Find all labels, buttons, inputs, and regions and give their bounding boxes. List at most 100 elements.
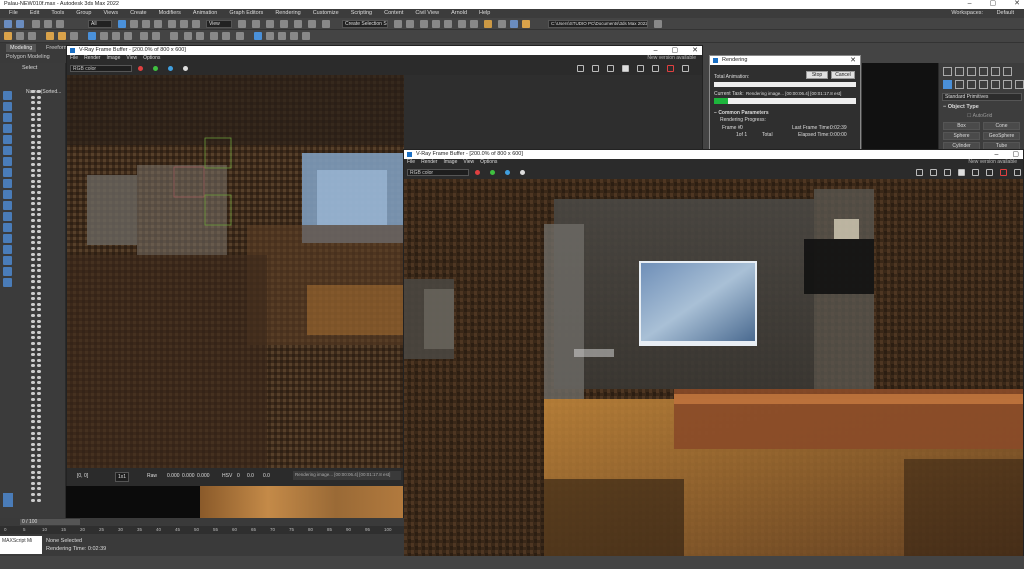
render-toggle-icon[interactable] [37,179,41,183]
ribbon-polygon-modeling[interactable]: Polygon Modeling [2,53,54,61]
visibility-eye-icon[interactable] [31,459,35,463]
render-toggle-icon[interactable] [37,112,41,116]
red-channel-icon[interactable] [475,170,480,175]
bind-icon[interactable] [56,20,64,28]
render-toggle-icon[interactable] [37,375,41,379]
visibility-eye-icon[interactable] [31,308,35,312]
region-render-icon[interactable] [607,65,614,72]
render-toggle-icon[interactable] [37,325,41,329]
visibility-eye-icon[interactable] [31,112,35,116]
display-hidden-icon[interactable] [3,212,12,221]
layer-explorer-icon[interactable] [432,20,440,28]
render-toggle-icon[interactable] [37,319,41,323]
selection-filter-dropdown[interactable]: All [88,20,112,28]
render-toggle-icon[interactable] [37,135,41,139]
link-icon[interactable] [32,20,40,28]
visibility-eye-icon[interactable] [31,168,35,172]
render-toggle-icon[interactable] [37,118,41,122]
render-toggle-icon[interactable] [37,157,41,161]
visibility-eye-icon[interactable] [31,163,35,167]
menu-customize[interactable]: Customize [307,9,345,18]
visibility-eye-icon[interactable] [31,386,35,390]
visibility-eye-icon[interactable] [31,179,35,183]
visibility-eye-icon[interactable] [31,453,35,457]
render-toggle-icon[interactable] [37,330,41,334]
render-toggle-icon[interactable] [37,230,41,234]
visibility-eye-icon[interactable] [31,269,35,273]
render-toggle-icon[interactable] [37,353,41,357]
select-object-icon[interactable] [118,20,126,28]
render-toggle-icon[interactable] [37,414,41,418]
display-none-icon[interactable] [3,234,12,243]
render-toggle-icon[interactable] [37,364,41,368]
utilities-tab-icon[interactable] [1003,67,1012,76]
filter-icon[interactable] [3,278,12,287]
maximize-icon[interactable]: ▢ [672,46,679,55]
region-render-icon[interactable] [944,169,951,176]
create-tab-icon[interactable] [943,67,952,76]
display-all-icon[interactable] [3,223,12,232]
cancel-button[interactable]: Cancel [831,71,855,79]
project-folder-dropdown[interactable]: C:\Users\STUDIO PC\Documents\3ds Max 202… [548,20,648,28]
cone-button[interactable]: Cone [983,122,1020,130]
sphere-button[interactable]: Sphere [943,132,980,140]
autogrid-checkbox[interactable]: ☐ AutoGrid [967,113,992,119]
visibility-eye-icon[interactable] [31,409,35,413]
menu-group[interactable]: Group [70,9,97,18]
vfb-menu-file[interactable]: File [70,55,78,62]
blue-channel-icon[interactable] [168,66,173,71]
menu-help[interactable]: Help [473,9,496,18]
render-toggle-icon[interactable] [37,280,41,284]
hierarchy-tab-icon[interactable] [967,67,976,76]
vray-decal-icon[interactable] [152,32,160,40]
visibility-eye-icon[interactable] [31,246,35,250]
visibility-eye-icon[interactable] [31,302,35,306]
visibility-eye-icon[interactable] [31,493,35,497]
render-toggle-icon[interactable] [37,493,41,497]
vray-frame-buffer-icon[interactable] [28,32,36,40]
visibility-eye-icon[interactable] [31,274,35,278]
render-toggle-icon[interactable] [37,246,41,250]
visibility-eye-icon[interactable] [31,414,35,418]
render-setup-icon[interactable] [498,20,506,28]
helpers-icon[interactable] [991,80,1000,89]
track-mouse-icon[interactable] [637,65,644,72]
render-toggle-icon[interactable] [37,302,41,306]
vfb-menu-file[interactable]: File [407,159,415,166]
render-toggle-icon[interactable] [37,358,41,362]
visibility-eye-icon[interactable] [31,235,35,239]
visibility-eye-icon[interactable] [31,286,35,290]
render-toggle-icon[interactable] [37,347,41,351]
visibility-eye-icon[interactable] [31,437,35,441]
render-toggle-icon[interactable] [37,291,41,295]
load-image-icon[interactable] [592,65,599,72]
channel-dropdown[interactable]: RGB color [407,169,469,176]
scene-list-row[interactable] [17,497,61,503]
scene-explorer-icon[interactable] [420,20,428,28]
render-production-icon[interactable] [522,20,530,28]
object-type-header[interactable]: − Object Type [943,104,979,110]
display-helpers-icon[interactable] [3,135,12,144]
visibility-eye-icon[interactable] [31,364,35,368]
red-channel-icon[interactable] [138,66,143,71]
visibility-eye-icon[interactable] [31,487,35,491]
render-toggle-icon[interactable] [37,252,41,256]
new-version-notice[interactable]: New version available [968,159,1023,166]
menu-views[interactable]: Views [98,9,125,18]
reference-coordinate-dropdown[interactable]: View [206,20,232,28]
blue-channel-icon[interactable] [505,170,510,175]
render-toggle-icon[interactable] [37,101,41,105]
bucket-icon[interactable] [958,169,965,176]
spacewarps-icon[interactable] [1003,80,1012,89]
render-toggle-icon[interactable] [37,107,41,111]
render-toggle-icon[interactable] [37,129,41,133]
render-toggle-icon[interactable] [37,336,41,340]
zoom-dropdown[interactable]: 1x1 [115,472,130,482]
vray-scene-converter-icon[interactable] [236,32,244,40]
close-icon[interactable]: ✕ [692,46,698,55]
close-icon[interactable]: ✕ [1014,0,1020,7]
toggle-ribbon-icon[interactable] [444,20,452,28]
maxscript-listener[interactable]: MAXScript Mi [0,536,42,554]
render-toggle-icon[interactable] [37,263,41,267]
visibility-eye-icon[interactable] [31,470,35,474]
